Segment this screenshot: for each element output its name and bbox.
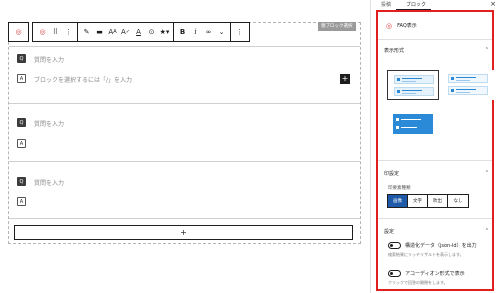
italic-icon[interactable]: i — [189, 25, 202, 39]
mark-type-text[interactable]: 文字 — [408, 195, 428, 207]
mark-type-image[interactable]: 画像 — [388, 195, 408, 207]
mark-type-none[interactable]: なし — [448, 195, 468, 207]
highlighter-icon[interactable]: ✎ — [80, 25, 93, 39]
row-divider — [9, 218, 360, 219]
select-parent-block-tag[interactable]: 親ブロック選択 — [318, 22, 356, 31]
editor-canvas: 親ブロック選択 ◎ ◎ ⠿ ⋮ ✎ ▬ AA A ✓ A ⊙ ★▾ B i ∞ ⌄… — [0, 0, 370, 293]
faq-block-icon[interactable]: ◎ — [12, 25, 25, 39]
config-panel-title: 設定 — [384, 228, 395, 235]
answer-mark-icon: A — [17, 197, 26, 206]
panel-divider — [378, 218, 492, 219]
style-option-filled[interactable] — [387, 109, 439, 139]
style-preview — [448, 74, 488, 83]
block-type-group: ◎ — [8, 22, 29, 42]
inline-code-icon[interactable]: ▬ — [93, 25, 106, 39]
style-preview — [393, 114, 433, 134]
config-panel-header[interactable]: 設定 ⌃ — [384, 226, 489, 236]
row-divider — [9, 161, 360, 162]
block-toolbar: ◎ ◎ ⠿ ⋮ ✎ ▬ AA A ✓ A ⊙ ★▾ B i ∞ ⌄ ⋮ — [8, 22, 250, 42]
close-icon[interactable]: × — [490, 0, 496, 8]
panel-divider — [378, 160, 492, 161]
toolbar-divider — [173, 22, 174, 42]
style-preview — [394, 75, 434, 84]
accordion-help-text: クリックで回答の開閉をします。 — [388, 280, 448, 285]
block-title: FAQ表示 — [397, 23, 417, 29]
star-icon[interactable]: ★▾ — [158, 25, 171, 39]
row-divider — [9, 46, 360, 47]
answer-mark-icon: A — [17, 139, 26, 148]
format-group: ◎ ⠿ ⋮ ✎ ▬ AA A ✓ A ⊙ ★▾ B i ∞ ⌄ ⋮ — [32, 22, 250, 42]
add-faq-item-button[interactable]: + — [14, 225, 353, 240]
sidebar-tabs: 投稿 ブロック — [371, 0, 500, 10]
style-preview — [394, 87, 434, 96]
jsonld-help-text: 検索結果にリッチリザルトを表示します。 — [388, 252, 464, 257]
mark-type-balloon[interactable]: 吹出 — [428, 195, 448, 207]
bold-icon[interactable]: B — [176, 25, 189, 39]
toolbar-divider — [77, 22, 78, 42]
question-input[interactable]: 質問を入力 — [34, 55, 64, 64]
chevron-up-icon: ⌃ — [484, 47, 489, 53]
accordion-toggle-label: アコーディオン形式で表示 — [405, 270, 465, 277]
text-color-icon[interactable]: A ✓ — [119, 25, 132, 39]
style-panel-title: 表示形式 — [384, 47, 405, 54]
chevron-down-icon[interactable]: ⌄ — [215, 25, 228, 39]
accordion-toggle[interactable] — [388, 269, 401, 277]
style-panel-header[interactable]: 表示形式 ⌃ — [384, 45, 489, 55]
mark-type-segmented: 画像 文字 吹出 なし — [387, 194, 469, 208]
add-block-button[interactable]: + — [340, 74, 350, 84]
move-arrows-icon[interactable]: ⋮ — [62, 25, 75, 39]
tab-block[interactable]: ブロック — [396, 0, 432, 10]
mark-settings-title: 印設定 — [384, 170, 400, 177]
question-mark-icon: Q — [17, 177, 26, 186]
chevron-up-icon: ⌃ — [484, 170, 489, 176]
font-size-icon[interactable]: AA — [106, 25, 119, 39]
row-divider — [9, 103, 360, 104]
jsonld-toggle-label: 構造化データ（json-ld）を出力 — [405, 242, 477, 249]
question-input[interactable]: 質問を入力 — [34, 178, 64, 187]
style-option-simple[interactable] — [442, 70, 494, 100]
underline-icon[interactable]: A — [132, 25, 145, 39]
faq-block-icon: ◎ — [386, 21, 393, 30]
accordion-toggle-row: アコーディオン形式で表示 — [388, 268, 465, 278]
question-mark-icon: Q — [17, 54, 26, 63]
style-option-cards[interactable] — [387, 70, 439, 100]
answer-input[interactable]: ブロックを選択するには「/」を入力 — [34, 75, 132, 84]
answer-mark-icon: A — [17, 74, 26, 83]
style-preview — [448, 86, 488, 95]
chevron-up-icon: ⌃ — [484, 228, 489, 234]
jsonld-toggle[interactable] — [388, 241, 401, 249]
tab-post[interactable]: 投稿 — [371, 0, 396, 10]
mark-settings-header[interactable]: 印設定 ⌃ — [384, 168, 489, 178]
drag-handle-icon[interactable]: ⠿ — [49, 25, 62, 39]
faq-icon[interactable]: ◎ — [36, 25, 49, 39]
link-icon[interactable]: ∞ — [202, 25, 215, 39]
question-mark-icon: Q — [17, 118, 26, 127]
more-options-icon[interactable]: ⋮ — [233, 25, 246, 39]
mark-type-label: 印要素種類 — [388, 186, 411, 191]
inline-image-icon[interactable]: ⊙ — [145, 25, 158, 39]
toolbar-divider — [230, 22, 231, 42]
block-card: ◎ FAQ表示 — [378, 12, 492, 40]
jsonld-toggle-row: 構造化データ（json-ld）を出力 — [388, 240, 477, 250]
question-input[interactable]: 質問を入力 — [34, 119, 64, 128]
